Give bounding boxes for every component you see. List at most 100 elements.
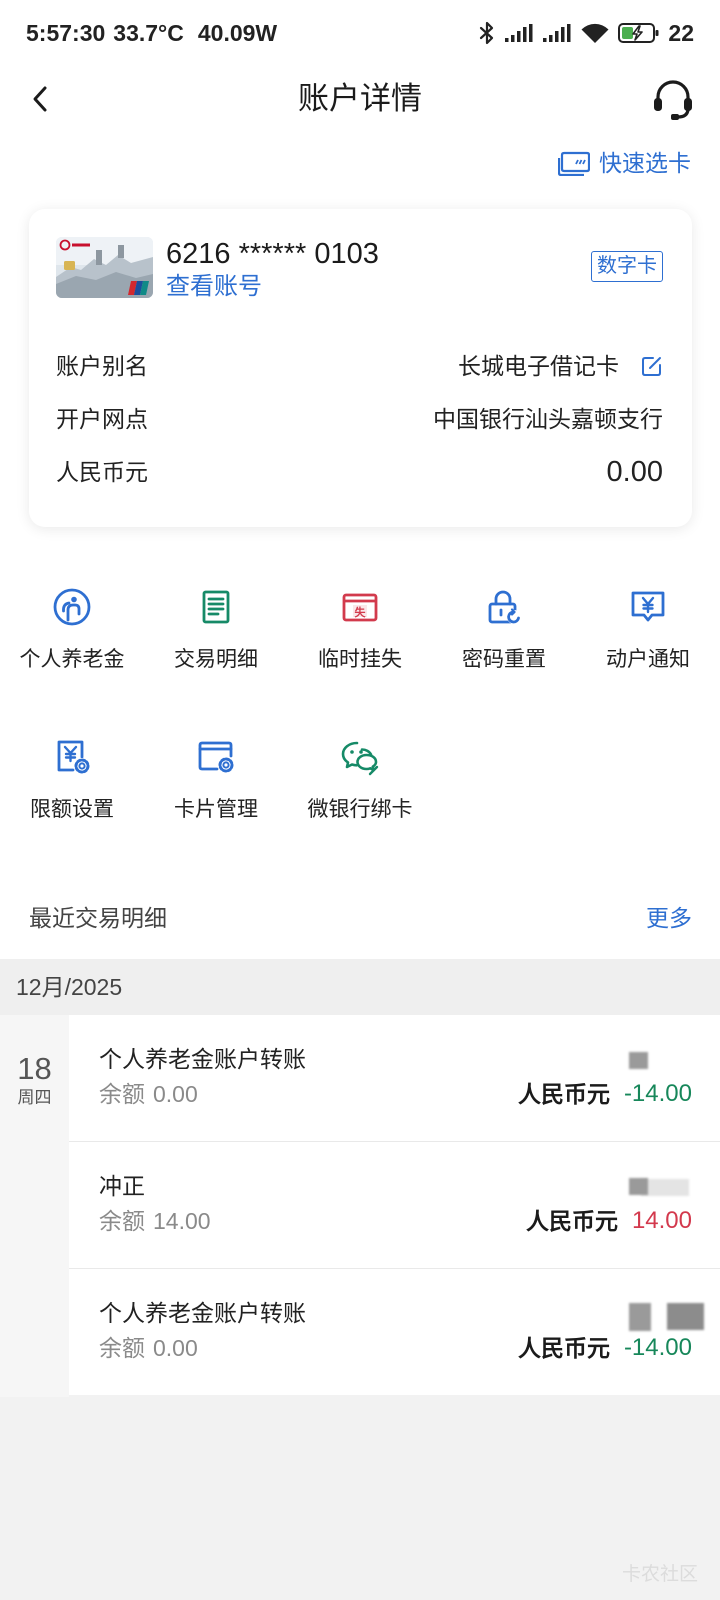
account-alias-row[interactable]: 账户别名 长城电子借记卡 — [56, 349, 663, 383]
quick-select-label: 快速选卡 — [599, 150, 691, 176]
redacted-block — [667, 1303, 704, 1330]
service-label: 交易明细 — [174, 648, 258, 671]
balance-label: 余额 — [99, 1335, 145, 1361]
service-label: 卡片管理 — [174, 798, 258, 821]
transaction-row[interactable]: 冲正 余额 14.00 人民币元 14.00 — [69, 1142, 720, 1269]
service-limit-setting[interactable]: 限额设置 — [0, 733, 144, 829]
date-weekday: 周四 — [17, 1088, 52, 1107]
card-select-icon — [558, 151, 590, 176]
row-label: 开户网点 — [56, 406, 148, 432]
transaction-list: 个人养老金账户转账 余额 0.00 人民币元 -14.00 冲正 余额 14.00 … — [69, 1015, 720, 1395]
yuan-settings-icon-wrap — [50, 735, 94, 779]
page-title: 账户详情 — [298, 81, 422, 116]
card-settings-icon — [198, 741, 234, 773]
lock-reset-icon — [488, 590, 521, 624]
yuan-message-icon-wrap — [626, 585, 670, 629]
transaction-balance: 余额 0.00 — [99, 1079, 198, 1109]
status-left: 5:57:30 33.7°C 40.09W — [26, 18, 277, 48]
card-loss-icon-wrap: 失 — [338, 585, 382, 629]
service-label: 个人养老金 — [19, 648, 125, 671]
service-label: 密码重置 — [462, 648, 546, 671]
battery-level: 22 — [668, 20, 694, 46]
service-label: 动户通知 — [606, 648, 690, 671]
transaction-title: 个人养老金账户转账 — [99, 1300, 306, 1326]
signal-icon — [543, 24, 571, 42]
more-link[interactable]: 更多 — [646, 903, 692, 933]
status-right: 22 — [478, 18, 694, 48]
redacted-block — [629, 1178, 648, 1195]
service-activity-notice[interactable]: 动户通知 — [576, 583, 720, 679]
transaction-amount-group: 人民币元 -14.00 — [518, 1332, 692, 1364]
battery-charging-icon — [618, 23, 659, 43]
balance-value: 0.00 — [606, 456, 663, 488]
date-column: 18 周四 — [0, 1015, 69, 1397]
customer-service-button[interactable] — [650, 78, 696, 122]
card-loss-icon: 失 — [342, 593, 378, 622]
card-number: 6216 ****** 0103 — [166, 238, 379, 270]
service-card-management[interactable]: 卡片管理 — [144, 733, 288, 829]
pension-person-icon — [53, 588, 91, 626]
balance-row: 人民币元 0.00 — [56, 455, 663, 489]
card-loss-glyph: 失 — [355, 605, 367, 619]
headset-icon — [654, 80, 692, 120]
transaction-currency: 人民币元 — [517, 1335, 610, 1361]
transaction-amount: -14.00 — [623, 1334, 692, 1361]
chevron-left-icon — [33, 86, 47, 112]
redacted-block — [641, 1179, 689, 1196]
transaction-row[interactable]: 个人养老金账户转账 余额 0.00 人民币元 -14.00 — [69, 1269, 720, 1395]
service-label: 微银行绑卡 — [307, 798, 413, 821]
bluetooth-icon — [480, 21, 494, 45]
redacted-block — [629, 1303, 651, 1331]
status-bar: 5:57:30 33.7°C 40.09W 22 — [0, 0, 720, 64]
account-detail-screen: 5:57:30 33.7°C 40.09W 22 账户详情 快速选卡 6216 … — [0, 0, 720, 1600]
back-button[interactable] — [24, 83, 56, 115]
service-password-reset[interactable]: 密码重置 — [432, 583, 576, 679]
balance-label: 余额 — [99, 1081, 145, 1107]
transaction-amount-group: 人民币元 14.00 — [526, 1205, 692, 1237]
service-label: 临时挂失 — [318, 648, 402, 671]
recent-transactions-title: 最近交易明细 — [29, 905, 167, 931]
opening-branch-value: 中国银行汕头嘉顿支行 — [433, 406, 663, 432]
account-alias-value: 长城电子借记卡 — [458, 353, 619, 379]
edit-icon[interactable] — [641, 355, 663, 377]
card-settings-icon-wrap — [194, 735, 238, 779]
opening-branch-row: 开户网点 中国银行汕头嘉顿支行 — [56, 402, 663, 436]
yuan-settings-icon — [57, 740, 90, 774]
date-day: 18 — [17, 1051, 52, 1086]
month-label: 12月/2025 — [16, 974, 123, 1000]
transaction-balance: 余额 0.00 — [99, 1333, 198, 1363]
yuan-message-icon — [631, 591, 665, 622]
view-account-link[interactable]: 查看账号 — [166, 272, 262, 302]
service-label: 限额设置 — [30, 798, 114, 821]
balance-amount: 0.00 — [153, 1335, 198, 1361]
row-label: 账户别名 — [56, 353, 148, 379]
status-temperature: 33.7°C — [113, 20, 184, 46]
transaction-amount: -14.00 — [623, 1080, 692, 1107]
balance-amount: 14.00 — [153, 1208, 211, 1234]
service-wechat-bind[interactable]: 微银行绑卡 — [288, 733, 432, 829]
service-temporary-loss[interactable]: 失 临时挂失 — [288, 583, 432, 679]
card-thumbnail-image — [56, 237, 153, 298]
transaction-amount-group: 人民币元 -14.00 — [518, 1078, 692, 1110]
service-pension[interactable]: 个人养老金 — [0, 583, 144, 679]
digital-card-badge: 数字卡 — [591, 251, 663, 282]
status-power: 40.09W — [197, 20, 278, 46]
row-label: 人民币元 — [56, 459, 148, 485]
transaction-amount: 14.00 — [631, 1207, 692, 1234]
signal-icon — [505, 24, 533, 42]
transaction-icon-wrap — [194, 585, 238, 629]
wechat-link-icon-wrap — [338, 735, 382, 779]
status-time: 5:57:30 — [26, 20, 106, 46]
quick-select-card-button[interactable]: 快速选卡 — [558, 148, 691, 178]
transaction-list-icon — [202, 590, 230, 624]
watermark: 卡农社区 — [621, 1564, 698, 1585]
balance-label: 余额 — [99, 1208, 145, 1234]
transaction-row[interactable]: 个人养老金账户转账 余额 0.00 人民币元 -14.00 — [69, 1015, 720, 1142]
service-transaction-detail[interactable]: 交易明细 — [144, 583, 288, 679]
transaction-balance: 余额 14.00 — [99, 1206, 211, 1236]
pension-icon-wrap — [50, 585, 94, 629]
wechat-link-icon — [341, 741, 379, 776]
card-thumbnail — [56, 237, 153, 298]
transaction-currency: 人民币元 — [517, 1081, 610, 1107]
transaction-title: 个人养老金账户转账 — [99, 1046, 306, 1072]
